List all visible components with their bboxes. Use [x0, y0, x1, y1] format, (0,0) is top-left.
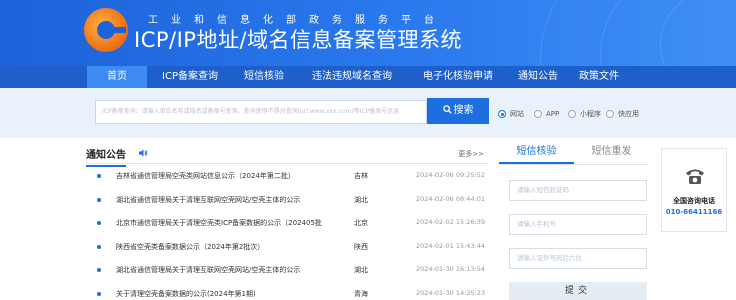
hotline-number: 010-66411166	[665, 208, 723, 216]
bullet-icon	[97, 174, 101, 178]
main-nav: 首页 ICP备案查询 短信核验 违法违规域名查询 电子化核验申请 通知公告 政策…	[0, 66, 736, 88]
radio-label: 小程序	[580, 110, 601, 118]
notice-text[interactable]: 湖北省通信管理局关于清理互联网空壳网站/空壳主体的公示	[116, 195, 338, 205]
phone-icon	[686, 169, 704, 184]
radio-unchecked-icon	[606, 110, 614, 118]
search-button-label: 搜索	[453, 105, 474, 116]
bullet-icon	[97, 221, 101, 225]
hotline-card: 全国咨询电话 010-66411166	[661, 148, 727, 232]
notice-header: 通知公告 更多>>	[86, 144, 488, 167]
radio-miniprogram[interactable]: 小程序	[568, 108, 601, 120]
search-input[interactable]: ICP备案查询：请输入单位名称或域名或备案号查询，查询使用不得对查询(url:w…	[95, 100, 427, 124]
hotline-label: 全国咨询电话	[673, 197, 715, 205]
nav-icp-query[interactable]: ICP备案查询	[147, 66, 233, 88]
notice-date: 2024-01-30 16:13:54	[416, 265, 486, 273]
notice-date: 2024-01-30 14:35:23	[416, 288, 486, 297]
notice-item[interactable]: 北京市通信管理局关于清理空壳类ICP备案数据的公示（202405批 北京 202…	[86, 213, 488, 237]
miit-logo-icon[interactable]	[84, 8, 128, 52]
nav-electronic-verify[interactable]: 电子化核验申请	[409, 66, 507, 88]
notice-list: 吉林省通信管理局空壳类网站信息公示（2024年第二批） 吉林 2024-02-0…	[86, 166, 488, 300]
notice-item[interactable]: 吉林省通信管理局空壳类网站信息公示（2024年第二批） 吉林 2024-02-0…	[86, 166, 488, 190]
sms-tabs: 短信核验 短信重发	[499, 143, 649, 165]
phone-field[interactable]: 请输入手机号	[509, 214, 647, 235]
tab-sms-verify[interactable]: 短信核验	[499, 143, 574, 164]
notice-item[interactable]: 湖北省通信管理局关于清理互联网空壳网站/空壳主体的公示 湖北 2024-02-0…	[86, 190, 488, 214]
bullet-icon	[97, 268, 101, 272]
radio-checked-icon	[498, 110, 506, 118]
nav-policy[interactable]: 政策文件	[569, 66, 629, 88]
notice-title[interactable]: 通知公告	[86, 146, 126, 167]
notice-text[interactable]: 湖北省通信管理局关于清理互联网空壳网站/空壳主体的公示	[116, 265, 338, 275]
notice-province: 青海	[354, 289, 368, 298]
nav-illegal-domain-query[interactable]: 违法违规域名查询	[295, 66, 409, 88]
radio-website[interactable]: 网站	[498, 108, 524, 120]
radio-quickapp[interactable]: 快应用	[606, 108, 639, 120]
radio-label: APP	[546, 110, 560, 118]
site-header: 工业和信息化部政务服务平台 ICP/IP地址/域名信息备案管理系统	[0, 0, 736, 66]
notice-date: 2024-02-02 15:26:39	[416, 218, 486, 226]
speaker-icon	[139, 149, 148, 157]
radio-app[interactable]: APP	[534, 108, 559, 120]
nav-home[interactable]: 首页	[87, 66, 147, 88]
notice-item[interactable]: 关于清理空壳备案数据的公示(2024年第1期) 青海 2024-01-30 14…	[86, 284, 488, 300]
notice-province: 北京	[354, 219, 368, 227]
notice-province: 湖北	[354, 266, 368, 274]
radio-unchecked-icon	[568, 110, 576, 118]
search-button[interactable]: 搜索	[427, 98, 489, 124]
notice-text[interactable]: 吉林省通信管理局空壳类网站信息公示（2024年第二批）	[116, 171, 338, 181]
notice-province: 陕西	[354, 242, 368, 251]
notice-date: 2024-02-01 15:43:44	[416, 241, 486, 250]
bullet-icon	[97, 291, 101, 296]
notice-text[interactable]: 陕西省空壳类备案数据公示（2024年第2批次）	[116, 242, 338, 252]
search-band: ICP备案查询：请输入单位名称或域名或备案号查询，查询使用不得对查询(url:w…	[0, 88, 736, 138]
radio-label: 网站	[510, 110, 524, 118]
search-icon	[442, 105, 452, 114]
more-link[interactable]: 更多>>	[458, 149, 484, 159]
notice-item[interactable]: 陕西省空壳类备案数据公示（2024年第2批次） 陕西 2024-02-01 15…	[86, 237, 488, 261]
tab-sms-resend[interactable]: 短信重发	[574, 143, 649, 164]
sms-code-field[interactable]: 请输入短信验证码	[509, 180, 647, 201]
notice-text[interactable]: 关于清理空壳备案数据的公示(2024年第1期)	[116, 289, 338, 299]
nav-notices[interactable]: 通知公告	[507, 66, 569, 88]
notice-province: 吉林	[354, 172, 368, 180]
notice-date: 2024-02-06 09:25:52	[416, 171, 486, 179]
nav-sms-verify[interactable]: 短信核验	[233, 66, 295, 88]
bullet-icon	[97, 197, 101, 202]
notice-item[interactable]: 湖北省通信管理局关于清理互联网空壳网站/空壳主体的公示 湖北 2024-01-3…	[86, 260, 488, 284]
notice-date: 2024-02-06 08:44:01	[416, 194, 486, 203]
notice-province: 湖北	[354, 195, 368, 204]
id-last-six-field[interactable]: 请输入证件号码后六位	[509, 248, 647, 269]
bullet-icon	[97, 244, 101, 249]
notice-text[interactable]: 北京市通信管理局关于清理空壳类ICP备案数据的公示（202405批	[116, 218, 338, 228]
sms-submit-button[interactable]: 提交	[509, 282, 647, 300]
radio-label: 快应用	[618, 110, 639, 118]
system-title: ICP/IP地址/域名信息备案管理系统	[134, 28, 463, 52]
radio-unchecked-icon	[534, 110, 542, 118]
